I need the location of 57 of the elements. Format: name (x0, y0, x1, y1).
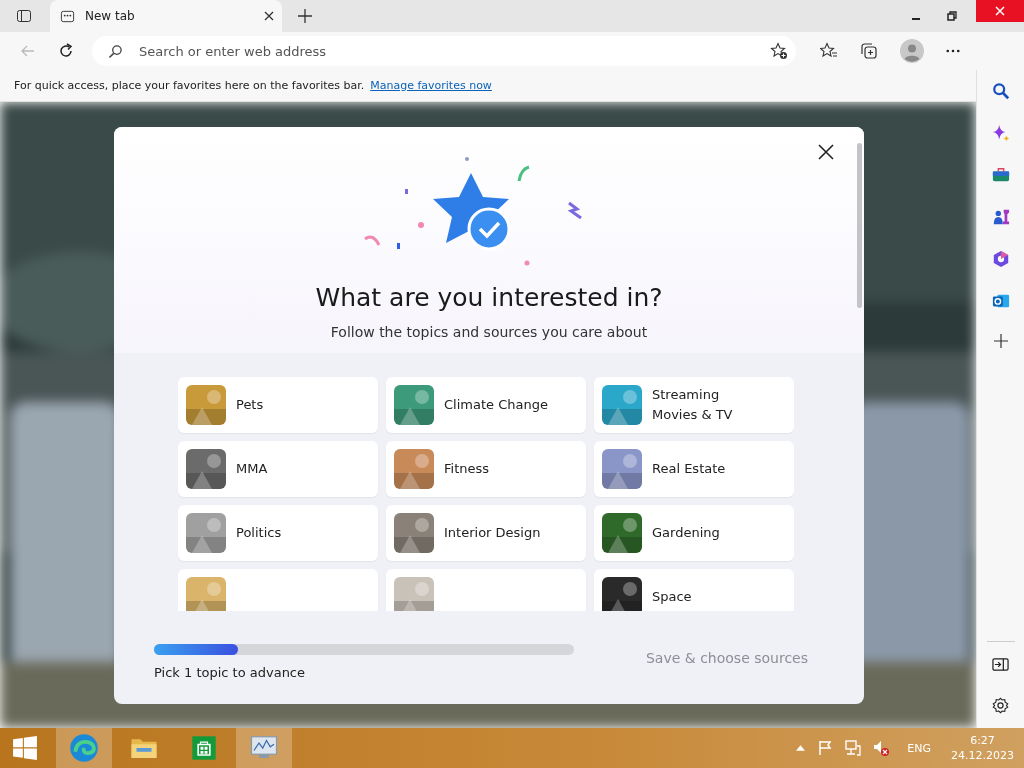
topic-card[interactable]: Climate Change (386, 377, 586, 433)
clock-date: 24.12.2023 (951, 748, 1014, 763)
more-icon[interactable] (946, 49, 960, 53)
favorites-bar-message: For quick access, place your favorites here on the favorites bar. (14, 79, 365, 92)
topic-label: Politics (236, 524, 282, 542)
topic-label: Space (652, 588, 692, 606)
show-hidden-icons-icon[interactable] (796, 745, 806, 751)
close-tab-icon[interactable] (264, 11, 274, 21)
progress-caption: Pick 1 topic to advance (154, 664, 307, 680)
topic-label: MMA (236, 460, 268, 478)
search-icon (108, 43, 123, 59)
topic-label: Fitness (444, 460, 490, 478)
hide-sidebar-icon[interactable] (992, 656, 1009, 673)
topic-card[interactable] (178, 569, 378, 611)
browser-tab[interactable]: New tab (50, 0, 282, 32)
topic-card[interactable]: Politics (178, 505, 378, 561)
topic-label: Streaming Movies & TV (652, 386, 734, 424)
topic-label: Climate Change (444, 396, 548, 414)
topic-label: Gardening (652, 524, 720, 542)
topic-label: Real Estate (652, 460, 726, 478)
topic-card[interactable]: Streaming Movies & TV (594, 377, 794, 433)
toolbox-icon[interactable] (991, 166, 1010, 184)
new-tab-icon[interactable] (298, 9, 312, 23)
store-icon (190, 734, 218, 762)
topic-card[interactable]: Fitness (386, 441, 586, 497)
topic-card[interactable]: Real Estate (594, 441, 794, 497)
address-bar[interactable]: Search or enter web address (92, 36, 796, 66)
manage-favorites-link[interactable]: Manage favorites now (370, 79, 492, 92)
browser-icon (69, 733, 99, 763)
add-icon[interactable] (993, 334, 1008, 348)
add-favorite-icon[interactable] (770, 42, 788, 60)
close-icon[interactable] (818, 144, 834, 160)
close-icon (995, 6, 1005, 16)
topic-label: Pets (236, 396, 264, 414)
topic-card[interactable]: MMA (178, 441, 378, 497)
clock-time: 6:27 (970, 733, 995, 748)
settings-icon[interactable] (992, 697, 1009, 714)
topic-card[interactable]: Pets (178, 377, 378, 433)
topic-card[interactable]: Interior Design (386, 505, 586, 561)
dialog-title: What are you interested in? (315, 283, 663, 312)
profile-icon[interactable] (900, 39, 924, 63)
topic-label: Interior Design (444, 524, 541, 542)
sparkle-icon[interactable] (991, 124, 1010, 142)
collections-icon[interactable] (860, 42, 878, 60)
dialog-subtitle: Follow the topics and sources you care about (330, 324, 648, 340)
restore-icon[interactable] (947, 11, 957, 21)
search-icon[interactable] (991, 82, 1010, 100)
topic-card[interactable]: Space (594, 569, 794, 611)
topic-card[interactable] (386, 569, 586, 611)
chess-icon[interactable] (991, 208, 1010, 226)
topic-card[interactable]: Gardening (594, 505, 794, 561)
start-icon[interactable] (12, 735, 38, 761)
favorites-icon[interactable] (820, 42, 838, 60)
tab-actions-icon[interactable] (16, 8, 32, 24)
refresh-icon[interactable] (58, 43, 74, 59)
page-icon (60, 8, 75, 24)
muted-speaker-icon[interactable] (873, 740, 890, 756)
